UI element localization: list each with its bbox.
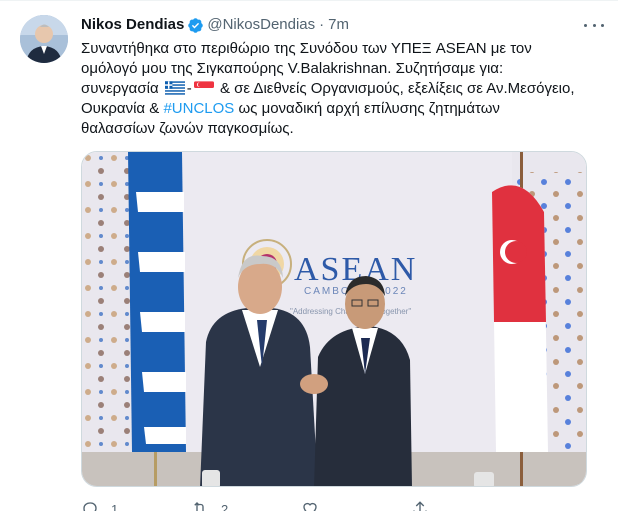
flag-dash: - <box>186 80 192 97</box>
singapore-flag-icon <box>193 81 214 95</box>
reply-icon <box>83 502 97 511</box>
tweet-text-line: Ουκρανία & #UNCLOS ως μοναδική αρχή επίλ… <box>81 99 601 119</box>
text-fragment: ως μοναδική αρχή επίλυσης ζητημάτων <box>238 100 500 117</box>
tweet-text-line: Συναντήθηκα στο περιθώριο της Συνόδου τω… <box>81 40 532 57</box>
tweet-header: Nikos Dendias @NikosDendias · 7m <box>81 15 598 35</box>
text-fragment: συνεργασία <box>81 80 159 97</box>
tweet-text: Συναντήθηκα στο περιθώριο της Συνόδου τω… <box>81 39 601 139</box>
like-button[interactable] <box>301 499 411 511</box>
author-handle[interactable]: @NikosDendias <box>207 15 315 35</box>
separator-dot: · <box>319 16 325 33</box>
more-options-icon[interactable] <box>584 17 604 33</box>
like-icon <box>303 502 317 511</box>
tweet-photo[interactable]: ASEAN CAMBODIA 2022 "Addressing Challeng… <box>81 151 587 487</box>
retweet-count: 2 <box>221 501 229 511</box>
tweet-actions: 1 2 <box>81 499 521 511</box>
hashtag-link[interactable]: #UNCLOS <box>163 100 234 117</box>
tweet-text-line: θαλασσίων ζωνών παγκοσμίως. <box>81 120 294 137</box>
share-button[interactable] <box>411 499 521 511</box>
text-fragment: & σε Διεθνείς Οργανισμούς, εξελίξεις σε … <box>219 80 575 97</box>
reply-button[interactable]: 1 <box>81 499 191 511</box>
avatar-image <box>20 15 68 63</box>
verified-badge-icon <box>188 17 204 33</box>
tweet-text-line: συνεργασία - & σε Διεθνείς Οργανισμούς, … <box>81 79 601 99</box>
greece-flag-icon <box>164 81 185 95</box>
retweet-icon <box>194 502 204 511</box>
photo-scene: ASEAN CAMBODIA 2022 "Addressing Challeng… <box>82 152 586 486</box>
reply-count: 1 <box>111 501 119 511</box>
avatar[interactable] <box>20 15 68 63</box>
retweet-button[interactable]: 2 <box>191 499 301 511</box>
author-name[interactable]: Nikos Dendias <box>81 15 184 35</box>
tweet[interactable]: Nikos Dendias @NikosDendias · 7m Συναντή… <box>0 0 618 511</box>
share-icon <box>413 501 427 511</box>
timestamp[interactable]: 7m <box>328 15 349 35</box>
text-fragment: Ουκρανία & <box>81 100 160 117</box>
tweet-text-line: ομόλογό μου της Σιγκαπούρης V.Balakrishn… <box>81 60 504 77</box>
